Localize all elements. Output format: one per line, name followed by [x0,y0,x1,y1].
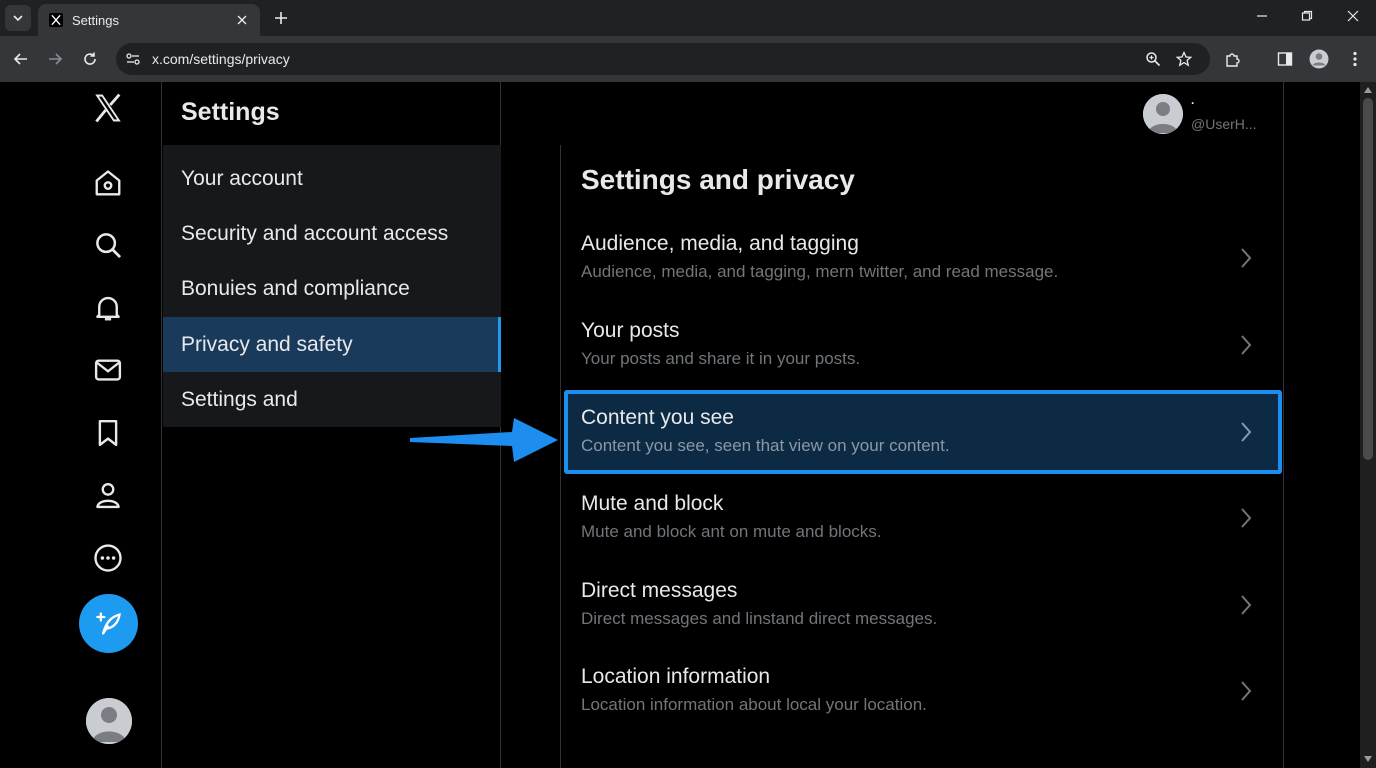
home-icon[interactable] [86,161,130,205]
x-settings-page: Settings Your account Security and accou… [0,82,1360,768]
x-logo-icon [48,12,64,28]
settings-menu-item-your-account[interactable]: Your account [163,151,501,206]
profile-icon[interactable] [1307,47,1331,71]
messages-envelope-icon[interactable] [86,348,130,392]
chevron-down-icon [13,15,23,22]
restore-icon [1301,10,1313,21]
browser-tab-settings[interactable]: Settings [38,4,260,36]
settings-menu-item-compliance[interactable]: Bonuies and compliance [163,261,501,316]
compose-post-button[interactable] [79,594,138,653]
minimize-icon [1257,15,1267,17]
avatar [1143,94,1183,134]
settings-menu-item-security[interactable]: Security and account access [163,206,501,261]
close-tab-icon[interactable] [234,12,250,28]
restore-window-button[interactable] [1284,0,1330,32]
arrow-left-icon [13,53,27,65]
bookmark-star-icon[interactable] [1173,48,1195,70]
row-title: Content you see [581,406,734,429]
account-switcher[interactable]: · @UserH... [1135,92,1265,136]
bookmark-icon[interactable] [86,411,130,455]
reload-icon [84,52,96,65]
minimize-window-button[interactable] [1239,0,1285,32]
chevron-right-icon [1234,679,1258,703]
default-avatar-icon [1143,94,1183,134]
scroll-up-arrow-icon[interactable] [1363,85,1373,95]
more-circle-icon[interactable] [86,536,130,580]
row-title: Location information [581,665,771,688]
browser-tab-bar: Settings [0,0,1376,36]
settings-title: Settings [181,98,280,126]
profile-person-icon[interactable] [86,473,130,517]
feather-plus-icon [95,611,121,634]
new-tab-button[interactable] [270,7,292,29]
close-window-button[interactable] [1330,0,1376,32]
zoom-icon[interactable] [1142,48,1164,70]
arrow-right-icon [49,53,63,65]
default-avatar-icon [86,698,132,744]
row-subtitle: Your posts and share it in your posts. [581,349,861,368]
plus-icon [275,12,287,24]
scrollbar-thumb[interactable] [1363,98,1373,460]
forward-button[interactable] [43,47,67,71]
account-avatar[interactable] [86,698,132,744]
chevron-right-icon [1234,246,1258,270]
close-icon [1347,10,1359,22]
page-scrollbar[interactable] [1360,82,1376,768]
settings-row-location-information[interactable]: Location information Location informatio… [564,649,1282,733]
url-text[interactable]: x.com/settings/privacy [152,51,290,67]
menu-item-label: Security and account access [181,221,449,245]
menu-item-label: Privacy and safety [181,332,353,356]
tab-search-button[interactable] [5,5,31,31]
annotation-arrow-icon [410,418,558,462]
account-name: · [1191,96,1195,110]
scroll-down-arrow-icon[interactable] [1363,754,1373,764]
search-icon[interactable] [86,223,130,267]
side-panel-icon[interactable] [1273,47,1297,71]
settings-row-your-posts[interactable]: Your posts Your posts and share it in yo… [564,303,1282,387]
settings-row-content-you-see[interactable]: Content you see Content you see, seen th… [564,390,1282,474]
chevron-right-icon [1234,333,1258,357]
settings-row-audience-media-tagging[interactable]: Audience, media, and tagging Audience, m… [564,216,1282,300]
back-button[interactable] [9,47,33,71]
menu-item-label: Bonuies and compliance [181,276,410,300]
address-bar[interactable]: x.com/settings/privacy [116,43,1210,75]
row-subtitle: Mute and block ant on mute and blocks. [581,522,882,541]
x-logo-icon[interactable] [86,86,130,130]
row-subtitle: Location information about local your lo… [581,695,927,714]
row-title: Audience, media, and tagging [581,232,859,255]
tab-title: Settings [72,12,119,28]
site-info-icon[interactable] [122,48,144,70]
page-title: Settings and privacy [581,164,855,195]
row-subtitle: Content you see, seen that view on your … [581,436,950,455]
primary-navigation [0,82,162,768]
privacy-detail-panel: · @UserH... Settings and privacy Audienc… [562,82,1284,768]
row-title: Your posts [581,319,680,342]
row-title: Direct messages [581,579,738,602]
row-subtitle: Direct messages and linstand direct mess… [581,609,938,628]
settings-menu-item-privacy-and-safety[interactable]: Privacy and safety [163,317,501,372]
row-title: Mute and block [581,492,724,515]
notifications-bell-icon[interactable] [86,286,130,330]
settings-row-mute-and-block[interactable]: Mute and block Mute and block ant on mut… [564,476,1282,560]
menu-item-label: Settings and [181,387,298,411]
chevron-right-icon [1234,593,1258,617]
account-handle: @UserH... [1191,116,1257,132]
row-subtitle: Audience, media, and tagging, mern twitt… [581,262,1059,281]
chevron-right-icon [1234,420,1258,444]
browser-menu-icon[interactable] [1343,47,1367,71]
chevron-right-icon [1234,506,1258,530]
menu-item-label: Your account [181,166,303,190]
settings-menu: Your account Security and account access… [163,145,501,427]
extensions-icon[interactable] [1221,47,1245,71]
settings-row-direct-messages[interactable]: Direct messages Direct messages and lins… [564,563,1282,647]
reload-button[interactable] [78,47,102,71]
browser-toolbar: x.com/settings/privacy [0,36,1376,82]
